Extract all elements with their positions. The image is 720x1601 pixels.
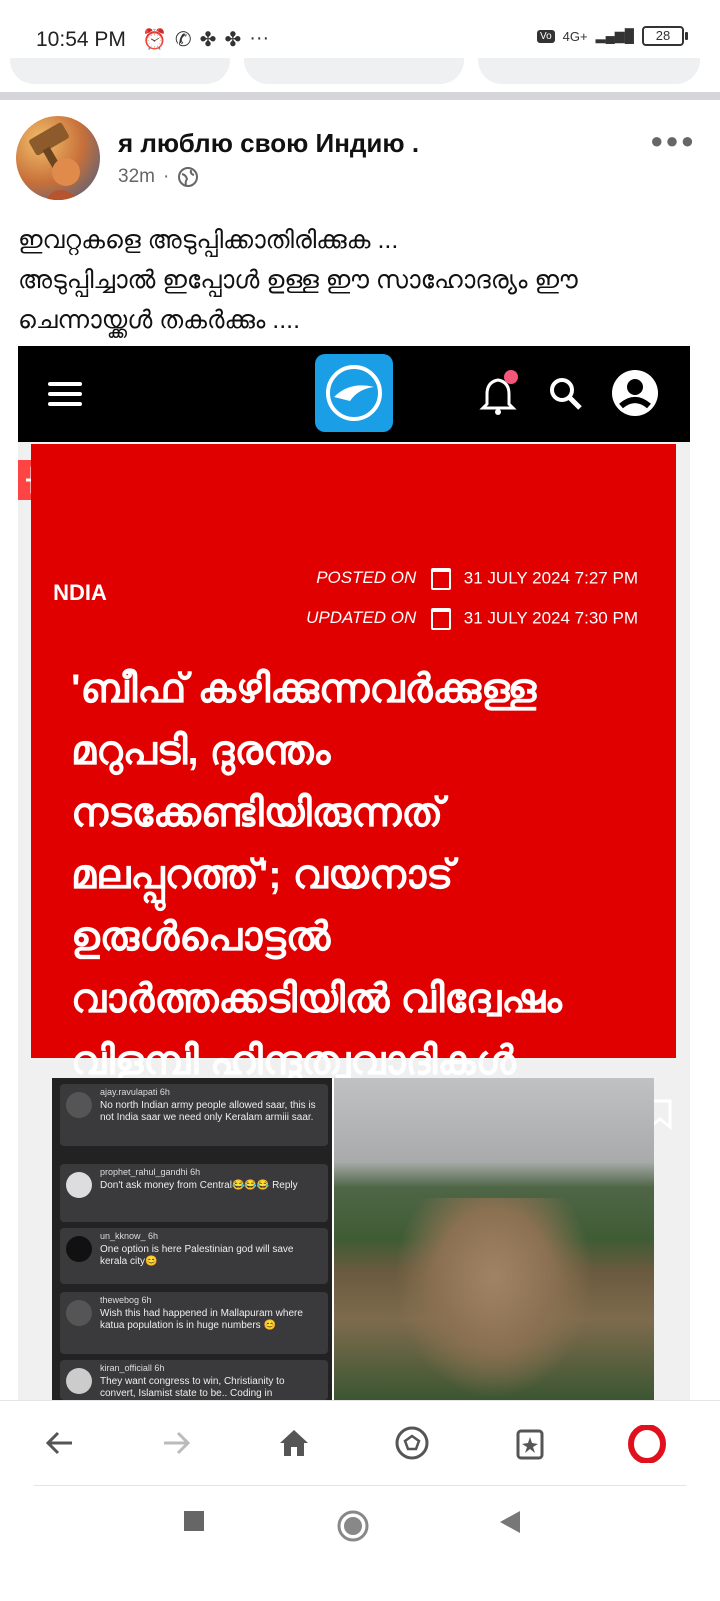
signal-icon: ▂▄▆█ [595, 28, 634, 43]
status-time: 10:54 PM [36, 28, 126, 51]
post-time[interactable]: 32m [118, 166, 155, 188]
tabs-icon[interactable] [512, 1425, 548, 1461]
comment-text: No north Indian army people allowed saar… [100, 1100, 316, 1123]
alarm-icon: ⏰ [142, 29, 167, 51]
headline-line: മലപ്പുറത്ത്'; വയനാട് [71, 853, 454, 897]
comment-text: Don't ask money from Central😂😂😂 Reply [100, 1180, 298, 1191]
post-meta: 32m · [118, 166, 199, 188]
comment-text: One option is here Palestinian god will … [100, 1244, 294, 1267]
post-text-line: ഇവറ്റകളെ അടുപ്പിക്കാതിരിക്കുക ... [18, 226, 399, 254]
back-arrow-icon[interactable] [42, 1425, 78, 1461]
story-strip [0, 58, 720, 86]
article-navbar [18, 346, 690, 442]
notification-dot [504, 370, 518, 384]
search-icon [550, 378, 582, 410]
comment-user: prophet_rahul_gandhi 6h [100, 1167, 201, 1177]
comment-item: thewebog 6h Wish this had happened in Ma… [60, 1292, 328, 1354]
posted-info: POSTED ON 31 JULY 2024 7:27 PM UPDATED O… [306, 568, 638, 630]
post-text-line: ചെന്നായ്ക്കൾ തകർക്കും .... [18, 306, 301, 334]
home-icon[interactable] [276, 1425, 312, 1461]
post-options-icon[interactable]: ●●● [650, 128, 696, 154]
browser-bottom-bar [0, 1400, 720, 1601]
posted-label: POSTED ON [316, 568, 417, 588]
comment-avatar [66, 1236, 92, 1262]
pinwheel-icon-2: ✤ [224, 29, 242, 51]
article-headline: 'ബീഫ് കഴിക്കുന്നവർക്കുള്ള മറുപടി, ദുരന്ത… [71, 658, 671, 1092]
headline-line: ഉരുൾപൊട്ടൽ [71, 915, 331, 959]
calendar-icon [431, 608, 452, 630]
post-text: ഇവറ്റകളെ അടുപ്പിക്കാതിരിക്കുക ... അടുപ്പ… [18, 220, 708, 340]
comment-item: un_kknow_ 6h One option is here Palestin… [60, 1228, 328, 1284]
post-image[interactable]: INDIA POSTED ON 31 JULY 2024 7:27 PM UPD… [18, 346, 690, 1400]
landslide-photo [334, 1078, 654, 1400]
avatar-image [29, 122, 80, 200]
bird-logo-icon [326, 365, 382, 421]
mudflow-area [394, 1198, 594, 1398]
headline-line: വാർത്തക്കടിയിൽ വിദ്വേഷം [71, 977, 562, 1021]
headline-line: നടക്കേണ്ടിയിരുന്നത് [71, 791, 444, 835]
comment-user: thewebog 6h [100, 1295, 152, 1305]
article-header: INDIA POSTED ON 31 JULY 2024 7:27 PM UPD… [31, 444, 676, 1130]
site-logo [315, 354, 393, 432]
comment-user: ajay.ravulapati 6h [100, 1087, 170, 1097]
updated-date: 31 JULY 2024 7:30 PM [463, 608, 638, 628]
whatsapp-icon: ✆ [174, 29, 192, 51]
notification-icons: ⏰ ✆ ✤ ✤ ··· [142, 27, 269, 52]
menu-icon [48, 382, 82, 412]
post-author[interactable]: я люблю свою Индию . [118, 128, 419, 159]
headline-line: മറുപടി, ദുരന്തം [71, 729, 331, 773]
calendar-icon [431, 568, 452, 590]
article-category: INDIA [47, 580, 107, 606]
globe-icon [178, 167, 199, 187]
story-pill[interactable] [244, 58, 464, 84]
battery-level: 28 [655, 28, 671, 43]
more-notifications-icon: ··· [249, 27, 270, 49]
comment-item: prophet_rahul_gandhi 6h Don't ask money … [60, 1164, 328, 1222]
article-image: ajay.ravulapati 6h No north Indian army … [52, 1078, 654, 1400]
comment-user: kiran_officiall 6h [100, 1363, 165, 1373]
story-pill[interactable] [10, 58, 230, 84]
comment-user: un_kknow_ 6h [100, 1231, 159, 1241]
forward-arrow-icon[interactable] [158, 1425, 194, 1461]
comment-text: Wish this had happened in Mallapuram whe… [100, 1308, 303, 1331]
comment-text: They want congress to win, Christianity … [100, 1376, 285, 1399]
opera-menu-icon[interactable] [628, 1425, 666, 1463]
comment-item: ajay.ravulapati 6h No north Indian army … [60, 1084, 328, 1146]
comment-avatar [66, 1092, 92, 1118]
network-label: 4G+ [562, 28, 588, 44]
updated-label: UPDATED ON [306, 608, 417, 628]
comment-item: kiran_officiall 6h They want congress to… [60, 1360, 328, 1400]
author-avatar[interactable] [16, 116, 100, 200]
category-label: NDIA [53, 580, 107, 605]
battery-icon: 28 [642, 26, 688, 46]
comment-avatar [66, 1172, 92, 1198]
posted-date: 31 JULY 2024 7:27 PM [463, 568, 638, 588]
home-button-icon[interactable] [336, 1509, 370, 1543]
divider [0, 92, 720, 100]
story-pill[interactable] [478, 58, 700, 84]
comment-avatar [66, 1300, 92, 1326]
profile-icon [612, 370, 658, 416]
comments-screenshot: ajay.ravulapati 6h No north Indian army … [52, 1078, 332, 1400]
back-button-icon[interactable] [498, 1509, 522, 1535]
volte-icon: Vo [536, 29, 555, 43]
status-bar: 10:54 PM ⏰ ✆ ✤ ✤ ··· Vo 4G+ ▂▄▆█ 28 [0, 0, 720, 64]
comment-avatar [66, 1368, 92, 1394]
post-text-line: അടുപ്പിച്ചാൽ ഇപ്പോൾ ഉള്ള ഈ സാഹോദര്യം ഈ [18, 266, 578, 294]
status-right: Vo 4G+ ▂▄▆█ 28 [536, 26, 688, 46]
headline-line: 'ബീഫ് കഴിക്കുന്നവർക്കുള്ള [71, 667, 537, 711]
football-icon[interactable] [394, 1425, 430, 1461]
pinwheel-icon: ✤ [199, 29, 217, 51]
divider [34, 1485, 686, 1486]
meta-dot: · [162, 166, 170, 187]
recents-icon[interactable] [182, 1509, 206, 1533]
